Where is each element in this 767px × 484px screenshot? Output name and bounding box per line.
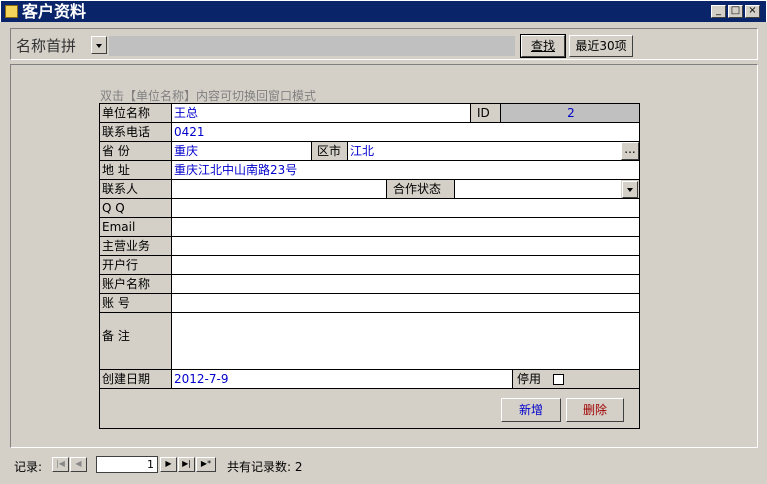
recent-30-button[interactable]: 最近30项 (569, 35, 633, 57)
search-input[interactable] (109, 36, 515, 56)
search-mode-dropdown[interactable] (91, 36, 107, 54)
minimize-button[interactable]: _ (711, 5, 726, 18)
row-email: Email (100, 218, 639, 237)
province-label: 省 份 (100, 142, 172, 160)
first-record-button[interactable]: |◀ (52, 457, 69, 472)
close-button[interactable]: × (745, 5, 760, 18)
search-label: 名称首拼 (16, 37, 77, 55)
created-field[interactable]: 2012-7-9 (172, 370, 513, 388)
qq-label: Q Q (100, 199, 172, 217)
district-field[interactable]: 江北 (348, 142, 621, 160)
account-name-label: 账户名称 (100, 275, 172, 293)
row-province: 省 份 重庆 区市 江北 ... (100, 142, 639, 161)
maximize-button[interactable]: □ (728, 5, 743, 18)
customer-form: 单位名称 王总 ID 2 联系电话 0421 省 份 重庆 区市 江北 ... … (99, 103, 640, 429)
find-button[interactable]: 查找 (520, 34, 566, 58)
company-field[interactable]: 王总 (172, 104, 471, 122)
company-label: 单位名称 (100, 104, 172, 122)
notes-label: 备 注 (100, 313, 172, 369)
account-number-label: 账 号 (100, 294, 172, 312)
business-field[interactable] (172, 237, 639, 255)
row-notes: 备 注 (100, 313, 639, 370)
title-bar: 客户资料 _ □ × (0, 0, 767, 22)
next-record-button[interactable]: ▶ (160, 457, 177, 472)
notes-field[interactable] (172, 313, 639, 369)
form-client-area: 名称首拼 查找 最近30项 双击【单位名称】内容可切换回窗口模式 单位名称 王总… (4, 24, 763, 480)
created-label: 创建日期 (100, 370, 172, 388)
email-field[interactable] (172, 218, 639, 236)
row-contact: 联系人 合作状态 (100, 180, 639, 199)
new-record-button[interactable]: ▶* (196, 457, 216, 472)
id-label: ID (471, 104, 501, 122)
status-dropdown-button[interactable] (622, 181, 638, 198)
contact-field[interactable] (172, 180, 387, 198)
row-phone: 联系电话 0421 (100, 123, 639, 142)
email-label: Email (100, 218, 172, 236)
row-address: 地 址 重庆江北中山南路23号 (100, 161, 639, 180)
district-picker-button[interactable]: ... (621, 142, 639, 160)
row-qq: Q Q (100, 199, 639, 218)
phone-label: 联系电话 (100, 123, 172, 141)
row-company: 单位名称 王总 ID 2 (100, 104, 639, 123)
qq-field[interactable] (172, 199, 639, 217)
form-icon (5, 5, 18, 18)
account-number-field[interactable] (172, 294, 639, 312)
prev-record-button[interactable]: ◀ (70, 457, 87, 472)
address-label: 地 址 (100, 161, 172, 179)
contact-label: 联系人 (100, 180, 172, 198)
bank-field[interactable] (172, 256, 639, 274)
row-bank: 开户行 (100, 256, 639, 275)
search-panel: 名称首拼 查找 最近30项 (10, 28, 758, 60)
current-record-input[interactable]: 1 (96, 456, 158, 473)
hint-text: 双击【单位名称】内容可切换回窗口模式 (100, 89, 317, 103)
status-combo[interactable] (455, 180, 621, 198)
records-label: 记录: (14, 460, 43, 474)
status-label: 合作状态 (387, 180, 455, 198)
disabled-checkbox[interactable] (553, 374, 564, 385)
delete-button[interactable]: 删除 (566, 398, 624, 422)
total-records-text: 共有记录数: 2 (227, 460, 303, 474)
phone-field[interactable]: 0421 (172, 123, 639, 141)
window-title: 客户资料 (22, 2, 87, 21)
last-record-button[interactable]: ▶| (178, 457, 195, 472)
row-business: 主营业务 (100, 237, 639, 256)
row-account-name: 账户名称 (100, 275, 639, 294)
business-label: 主营业务 (100, 237, 172, 255)
row-created: 创建日期 2012-7-9 停用 (100, 370, 639, 389)
disabled-label: 停用 (513, 370, 553, 388)
detail-panel: 双击【单位名称】内容可切换回窗口模式 单位名称 王总 ID 2 联系电话 042… (10, 64, 758, 448)
row-account-number: 账 号 (100, 294, 639, 313)
created-row-filler (570, 370, 639, 388)
province-field[interactable]: 重庆 (172, 142, 312, 160)
address-field[interactable]: 重庆江北中山南路23号 (172, 161, 639, 179)
bank-label: 开户行 (100, 256, 172, 274)
district-label: 区市 (312, 142, 348, 160)
new-button[interactable]: 新增 (501, 398, 561, 422)
id-field: 2 (501, 104, 639, 122)
record-navigator: 记录: |◀ ◀ 1 ▶ ▶| ▶* 共有记录数: 2 (10, 454, 750, 474)
account-name-field[interactable] (172, 275, 639, 293)
